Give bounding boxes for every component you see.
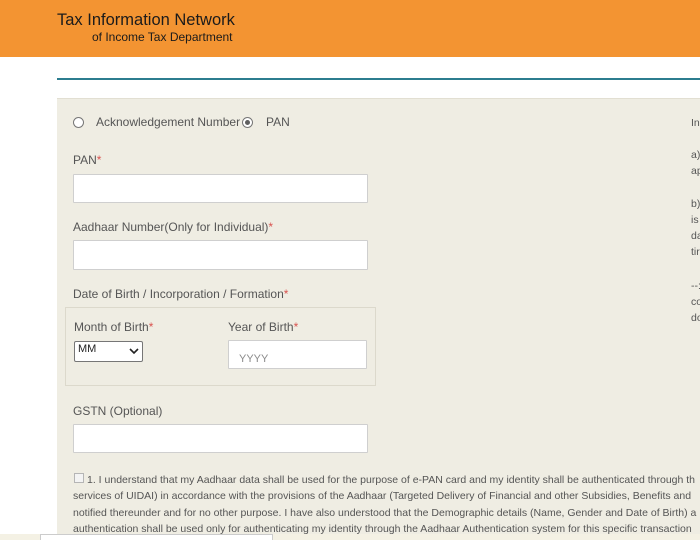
month-select-value: MM (78, 343, 97, 355)
info-text: --: (691, 280, 700, 292)
info-text: do (691, 312, 700, 324)
required-mark: * (96, 153, 102, 167)
aadhaar-label: Aadhaar Number(Only for Individual)* (73, 220, 273, 234)
site-logo[interactable]: Tax Information Network of Income Tax De… (57, 10, 235, 44)
chevron-down-icon (129, 348, 139, 355)
aadhaar-label-text: Aadhaar Number(Only for Individual) (73, 220, 269, 234)
gstn-input[interactable] (73, 424, 368, 453)
year-label: Year of Birth* (228, 320, 298, 334)
consent-line: 1. I understand that my Aadhaar data sha… (87, 474, 696, 486)
radio-pan[interactable] (242, 117, 253, 128)
required-mark: * (148, 320, 154, 334)
dob-label-text: Date of Birth / Incorporation / Formatio… (73, 287, 284, 301)
info-text: da (691, 230, 700, 242)
radio-pan-label: PAN (266, 115, 290, 129)
year-input-placeholder: YYYY (239, 353, 269, 365)
site-header: Tax Information Network of Income Tax De… (0, 0, 700, 57)
info-text: co (691, 296, 700, 308)
radio-acknowledgement-label: Acknowledgement Number (96, 115, 241, 129)
dob-label: Date of Birth / Incorporation / Formatio… (73, 287, 288, 301)
bottom-tab (40, 534, 273, 540)
month-label-text: Month of Birth (74, 320, 149, 334)
logo-subtitle: of Income Tax Department (92, 30, 233, 44)
consent-text: 1. I understand that my Aadhaar data sha… (73, 472, 700, 537)
info-text: b) (691, 198, 700, 210)
month-label: Month of Birth* (74, 320, 153, 334)
info-text: In (691, 117, 700, 129)
info-text: ap (691, 165, 700, 177)
pan-input[interactable] (73, 174, 368, 203)
radio-acknowledgement[interactable] (73, 117, 84, 128)
required-mark: * (283, 287, 289, 301)
consent-line: services of UIDAI) in accordance with th… (73, 490, 692, 503)
logo-title: Tax Information Network (57, 11, 235, 29)
required-mark: * (268, 220, 274, 234)
required-mark: * (293, 320, 299, 334)
month-select[interactable]: MM (74, 341, 143, 362)
year-input[interactable]: YYYY (228, 340, 367, 369)
gstn-label: GSTN (Optional) (73, 404, 163, 418)
info-text: is (691, 214, 699, 226)
info-text: tir (691, 246, 700, 258)
info-text: a) (691, 149, 700, 161)
year-label-text: Year of Birth (228, 320, 294, 334)
pan-label: PAN* (73, 153, 101, 167)
consent-line: notified thereunder and for no other pur… (73, 506, 697, 519)
aadhaar-input[interactable] (73, 240, 368, 270)
pan-label-text: PAN (73, 153, 97, 167)
section-divider (57, 78, 700, 80)
